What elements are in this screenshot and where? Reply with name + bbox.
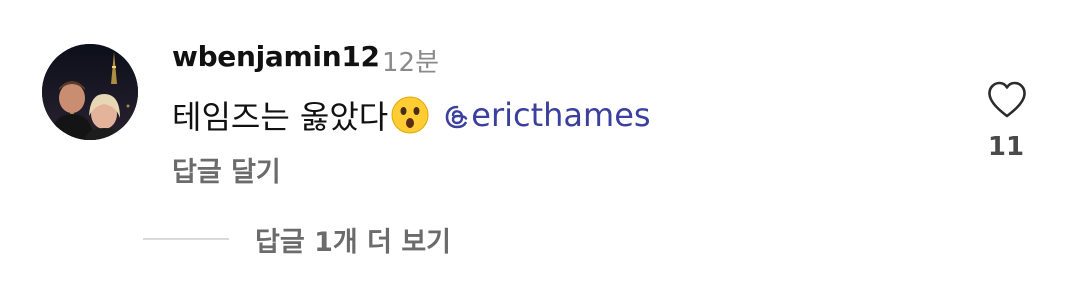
username[interactable]: wbenjamin12 [172,40,380,73]
mention-username[interactable]: ericthames [471,96,650,134]
like-count: 11 [987,132,1025,162]
comment-body: 테임즈는 옳았다 [172,98,389,136]
view-more-replies-button[interactable]: 답글 1개 더 보기 [255,220,451,259]
like-button[interactable] [986,80,1028,120]
avatar[interactable] [42,44,138,140]
reply-button[interactable]: 답글 달기 [172,150,281,189]
heart-outline-icon [988,81,1026,118]
astonished-face-emoji [390,95,430,135]
timestamp: 12분 [382,48,440,78]
replies-divider [143,238,229,240]
mention-link[interactable]: ericthames [444,96,651,134]
comment-text: 테임즈는 옳았다 ericthames [172,92,651,138]
threads-at-icon [444,101,470,129]
